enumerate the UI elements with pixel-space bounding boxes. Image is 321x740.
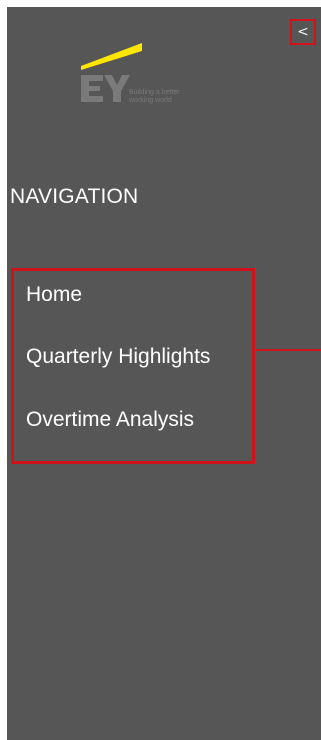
nav-item-quarterly-highlights[interactable]: Quarterly Highlights — [26, 345, 210, 369]
navigation-menu: Home Quarterly Highlights Overtime Analy… — [11, 268, 255, 464]
nav-item-overtime-analysis[interactable]: Overtime Analysis — [26, 408, 194, 432]
logo-tagline: Building a better working world — [129, 89, 180, 104]
nav-item-home[interactable]: Home — [26, 283, 82, 307]
ey-logo: Building a better working world — [78, 37, 238, 107]
annotation-connector-line — [256, 349, 321, 351]
navigation-heading: NAVIGATION — [10, 185, 139, 208]
chevron-left-icon: < — [297, 24, 309, 40]
collapse-button[interactable]: < — [290, 19, 316, 45]
